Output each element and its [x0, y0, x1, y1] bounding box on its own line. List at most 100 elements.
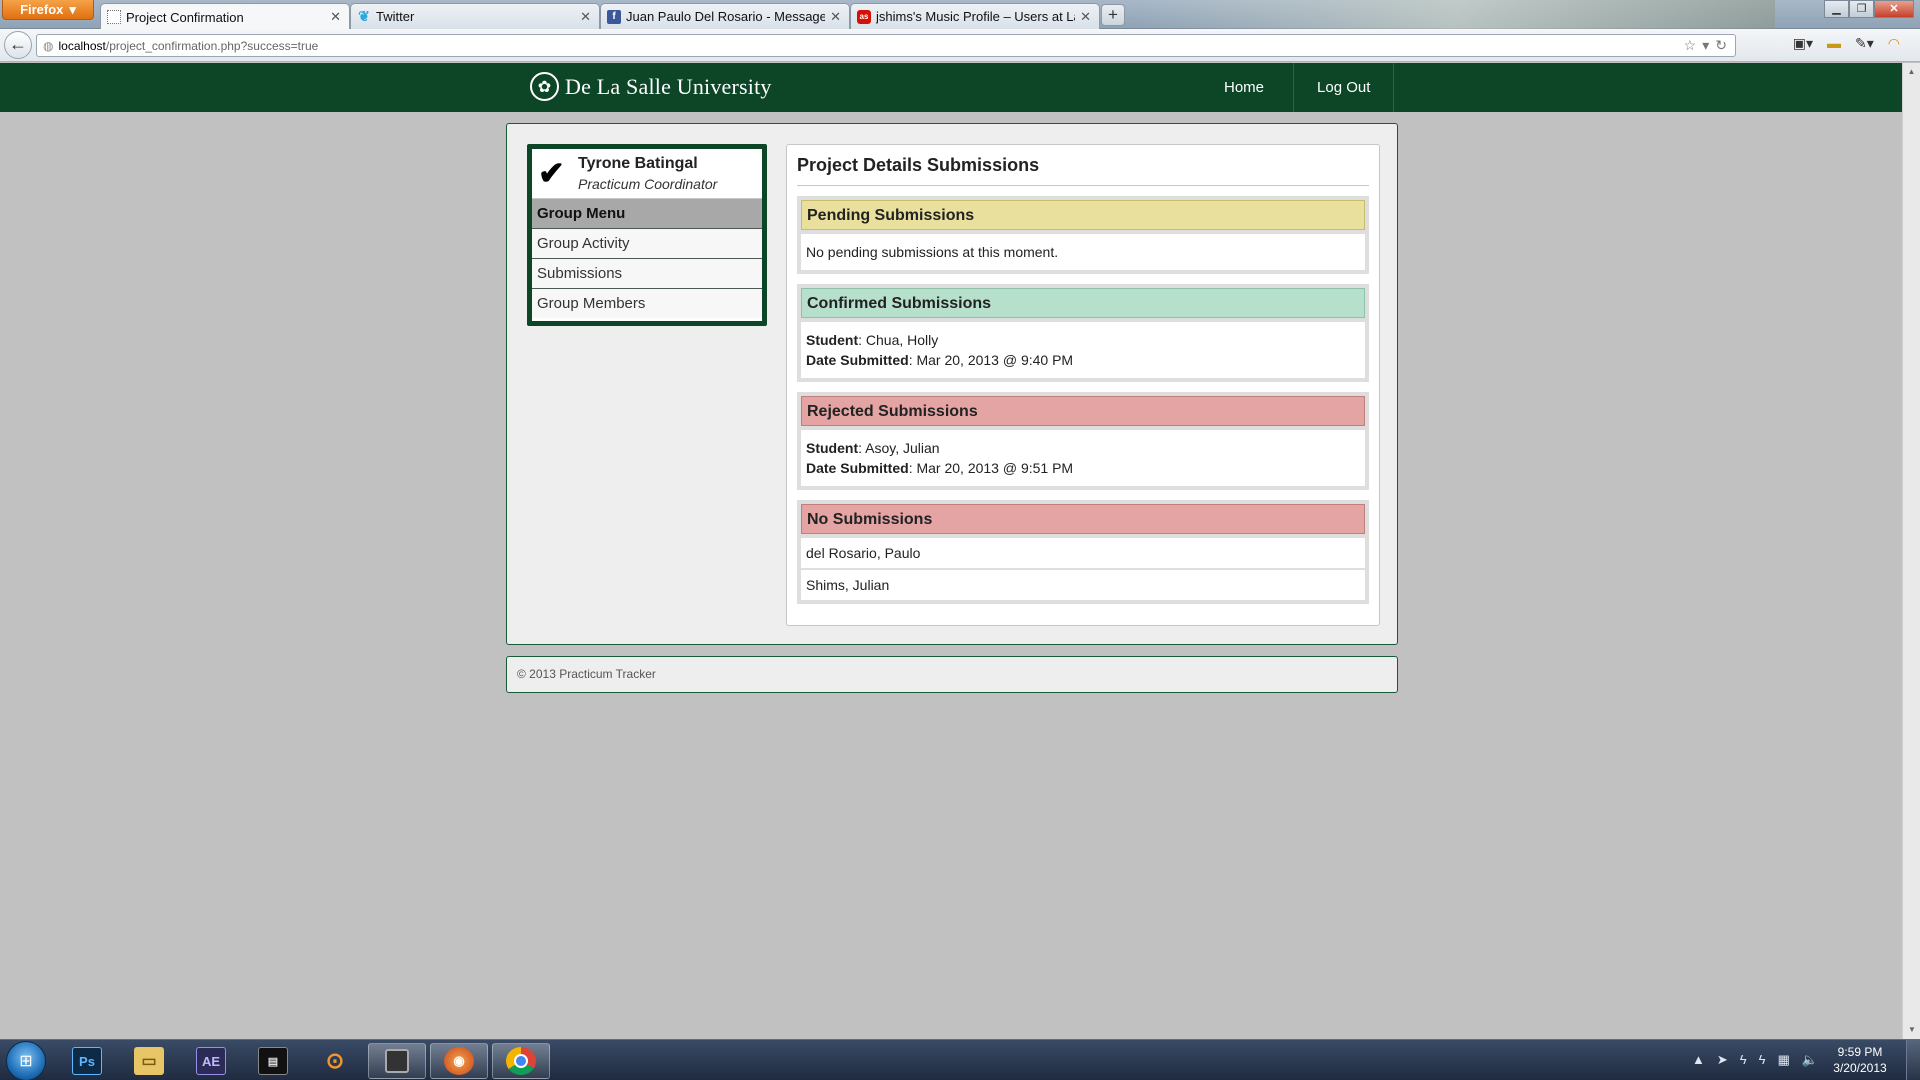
page-viewport: ✿ De La Salle University Home Log Out ✔ … — [0, 63, 1902, 1039]
nav-home-link[interactable]: Home — [1203, 63, 1295, 112]
minimize-icon[interactable]: ▁ — [1824, 0, 1849, 18]
facebook-icon: f — [607, 9, 621, 24]
tab-lastfm-profile[interactable]: as jshims's Music Profile – Users at Las… — [850, 3, 1100, 29]
volume-icon[interactable]: 🔈 — [1802, 1052, 1818, 1068]
close-icon[interactable]: ✕ — [330, 9, 341, 25]
back-arrow-icon[interactable]: ← — [4, 31, 32, 59]
pending-submissions-box: Pending Submissions No pending submissio… — [797, 196, 1369, 274]
taskbar-terminal[interactable]: ▤ — [244, 1043, 302, 1079]
taskbar-explorer[interactable]: ▭ — [120, 1043, 178, 1079]
date-value: Mar 20, 2013 @ 9:40 PM — [916, 352, 1074, 368]
student-label: Student — [806, 440, 859, 456]
lastfm-icon: as — [857, 9, 871, 24]
tab-twitter[interactable]: ❦ Twitter ✕ — [350, 3, 600, 29]
close-icon[interactable]: ✕ — [580, 9, 591, 25]
sidebar-item-submissions[interactable]: Submissions — [532, 258, 762, 288]
close-icon[interactable]: ✕ — [830, 9, 841, 25]
taskbar-blender[interactable]: ⊙ — [306, 1043, 364, 1079]
reload-icon[interactable]: ↻ — [1715, 37, 1727, 54]
university-seal-icon: ✿ — [530, 72, 559, 101]
blender-icon: ⊙ — [325, 1048, 345, 1073]
taskbar-clock[interactable]: 9:59 PM 3/20/2013 — [1830, 1044, 1890, 1076]
url-bar[interactable]: ◍ localhost /project_confirmation.php?su… — [36, 34, 1736, 57]
rejected-submissions-heading: Rejected Submissions — [801, 396, 1365, 426]
scroll-down-icon[interactable]: ▼ — [1903, 1021, 1920, 1039]
clock-time: 9:59 PM — [1837, 1045, 1883, 1059]
tab-label: Juan Paulo Del Rosario - Messages — [626, 9, 826, 24]
tab-label: jshims's Music Profile – Users at Last.f… — [876, 9, 1075, 24]
date-label: Date Submitted — [806, 352, 909, 368]
list-item: Shims, Julian — [801, 570, 1365, 600]
system-tray: ▲ ➤ ϟ ϟ ▦ 🔈 — [1692, 1052, 1818, 1068]
checkmark-icon: ✔ — [538, 155, 565, 191]
no-submissions-heading: No Submissions — [801, 504, 1365, 534]
date-label: Date Submitted — [806, 460, 909, 476]
url-host: localhost — [58, 38, 106, 53]
taskbar-firefox[interactable]: ◉ — [430, 1043, 488, 1079]
terminal-icon: ▤ — [258, 1047, 288, 1075]
taskbar-after-effects[interactable]: AE — [182, 1043, 240, 1079]
user-role: Practicum Coordinator — [578, 176, 718, 192]
window-controls: ▁ ❐ ✕ — [1824, 0, 1914, 18]
nav-logout-link[interactable]: Log Out — [1294, 63, 1395, 112]
tray-app-icon[interactable]: ➤ — [1717, 1052, 1728, 1068]
brand-logo[interactable]: ✿ De La Salle University — [530, 72, 772, 101]
url-path: /project_confirmation.php?success=true — [105, 38, 319, 53]
twitter-icon: ❦ — [358, 8, 370, 24]
confirmed-submissions-heading: Confirmed Submissions — [801, 288, 1365, 318]
star-icon[interactable]: ☆ — [1684, 37, 1697, 54]
url-actions: ☆ ▾ ↻ — [1684, 37, 1727, 54]
confirmed-submission-entry: Student: Chua, Holly Date Submitted: Mar… — [801, 322, 1365, 378]
windows-start-icon[interactable]: ⊞ — [6, 1041, 46, 1080]
confirmed-date-row: Date Submitted: Mar 20, 2013 @ 9:40 PM — [806, 352, 1074, 368]
taskbar-window[interactable] — [368, 1043, 426, 1079]
pending-submissions-message: No pending submissions at this moment. — [801, 234, 1365, 270]
list-item: del Rosario, Paulo — [801, 538, 1365, 568]
taskbar-photoshop[interactable]: Ps — [58, 1043, 116, 1079]
sidebar: ✔ Tyrone Batingal Practicum Coordinator … — [527, 144, 767, 326]
tab-project-confirmation[interactable]: Project Confirmation ✕ — [100, 3, 350, 30]
close-icon[interactable]: ✕ — [1080, 9, 1091, 25]
vertical-scrollbar[interactable]: ▲ ▼ — [1902, 63, 1920, 1039]
sidebar-item-group-activity[interactable]: Group Activity — [532, 228, 762, 258]
confirmed-submissions-box: Confirmed Submissions Student: Chua, Hol… — [797, 284, 1369, 382]
rejected-date-row: Date Submitted: Mar 20, 2013 @ 9:51 PM — [806, 460, 1074, 476]
show-desktop-button[interactable] — [1906, 1040, 1920, 1080]
toolbar-icons: ▣▾ ▬ ✎▾ ◠ — [1793, 35, 1900, 52]
browser-tab-bar: Firefox ▾ Project Confirmation ✕ ❦ Twitt… — [0, 0, 1920, 30]
folder-icon: ▭ — [134, 1047, 164, 1075]
tab-label: Project Confirmation — [126, 9, 244, 25]
rainbow-icon[interactable]: ◠ — [1888, 35, 1900, 52]
tab-facebook-messages[interactable]: f Juan Paulo Del Rosario - Messages ✕ — [600, 3, 850, 29]
tray-expand-icon[interactable]: ▲ — [1692, 1052, 1705, 1068]
sidebar-item-group-members[interactable]: Group Members — [532, 288, 762, 318]
firefox-menu-button[interactable]: Firefox ▾ — [2, 0, 94, 20]
addon-icon[interactable]: ✎▾ — [1855, 35, 1874, 52]
group-menu-heading: Group Menu — [532, 199, 762, 228]
maximize-icon[interactable]: ❐ — [1849, 0, 1874, 18]
site-header: ✿ De La Salle University Home Log Out — [0, 63, 1902, 112]
browser-nav-bar: ← ◍ localhost /project_confirmation.php?… — [0, 29, 1920, 62]
globe-icon: ◍ — [43, 38, 54, 53]
windows-taskbar: ⊞ Ps ▭ AE ▤ ⊙ ◉ ▲ ➤ ϟ ϟ ▦ 🔈 9:59 PM 3/20… — [0, 1039, 1920, 1080]
scroll-up-icon[interactable]: ▲ — [1903, 63, 1920, 81]
user-name: Tyrone Batingal — [578, 155, 698, 172]
tray-lightning-icon-2[interactable]: ϟ — [1759, 1052, 1766, 1068]
new-tab-button[interactable]: + — [1101, 4, 1125, 26]
tab-label: Twitter — [376, 9, 415, 24]
window-close-icon[interactable]: ✕ — [1874, 0, 1914, 18]
rejected-submission-entry: Student: Asoy, Julian Date Submitted: Ma… — [801, 430, 1365, 486]
bookmarks-menu-icon[interactable]: ▣▾ — [1793, 35, 1813, 52]
page-title: Project Details Submissions — [797, 155, 1369, 186]
user-card: ✔ Tyrone Batingal Practicum Coordinator — [532, 149, 762, 199]
tray-lightning-icon[interactable]: ϟ — [1740, 1052, 1747, 1068]
no-submissions-box: No Submissions del Rosario, Paulo Shims,… — [797, 500, 1369, 604]
taskbar-chrome[interactable] — [492, 1043, 550, 1079]
blank-page-icon — [107, 10, 121, 24]
bookmark-icon[interactable]: ▬ — [1827, 35, 1841, 52]
chrome-icon — [506, 1047, 536, 1075]
history-dropdown-icon[interactable]: ▾ — [1702, 37, 1709, 54]
brand-name: De La Salle University — [565, 73, 772, 99]
site-nav: Home Log Out — [1203, 63, 1395, 112]
network-icon[interactable]: ▦ — [1778, 1052, 1790, 1068]
